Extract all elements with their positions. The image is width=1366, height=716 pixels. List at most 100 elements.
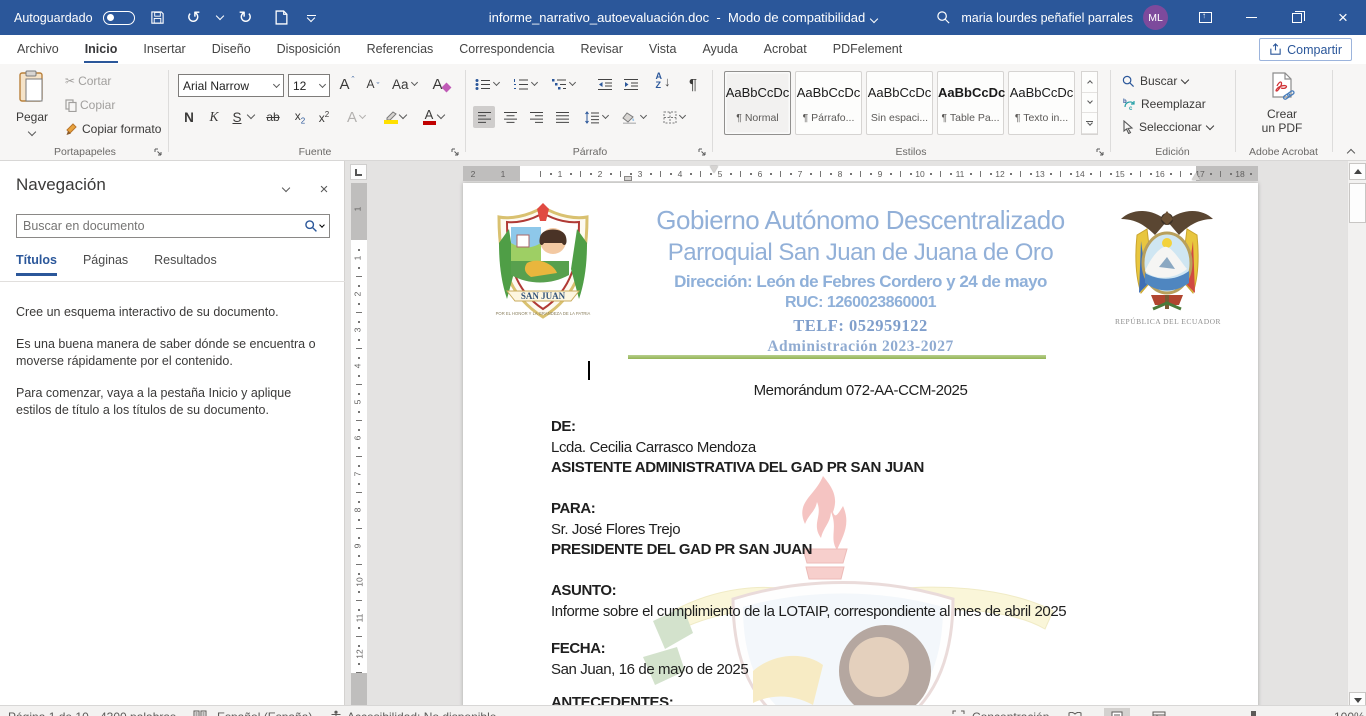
- paste-button[interactable]: Pegar: [10, 70, 54, 158]
- subscript-button[interactable]: x2: [289, 106, 311, 128]
- font-family-select[interactable]: Arial Narrow: [178, 74, 284, 97]
- web-layout-button[interactable]: [1146, 708, 1172, 716]
- search-go-button[interactable]: [304, 219, 329, 233]
- vertical-ruler[interactable]: 1123456789101112: [351, 183, 367, 716]
- tab-referencias[interactable]: Referencias: [354, 36, 447, 63]
- font-color-button[interactable]: A: [418, 106, 440, 128]
- tab-vista[interactable]: Vista: [636, 36, 690, 63]
- font-size-select[interactable]: 12: [288, 74, 330, 97]
- search-input[interactable]: [17, 219, 304, 233]
- style-table-paragraph[interactable]: AaBbCcDc ¶ Table Pa...: [937, 71, 1004, 135]
- tab-correspondencia[interactable]: Correspondencia: [446, 36, 567, 63]
- undo-icon[interactable]: ↺: [181, 5, 207, 31]
- paste-dropdown-icon[interactable]: [28, 128, 36, 136]
- align-left-button[interactable]: [473, 106, 495, 128]
- increase-indent-button[interactable]: [620, 73, 642, 95]
- bullets-button[interactable]: [475, 73, 499, 95]
- multilevel-list-button[interactable]: [551, 73, 575, 95]
- tab-archivo[interactable]: Archivo: [4, 36, 72, 63]
- text-effects-button[interactable]: A: [345, 106, 367, 128]
- style-parrafo[interactable]: AaBbCcDc ¶ Párrafo...: [795, 71, 862, 135]
- tab-ayuda[interactable]: Ayuda: [689, 36, 750, 63]
- accessibility-icon[interactable]: [330, 710, 342, 716]
- superscript-button[interactable]: x2: [313, 106, 335, 128]
- tab-inicio[interactable]: Inicio: [72, 36, 131, 63]
- tab-acrobat[interactable]: Acrobat: [751, 36, 820, 63]
- style-sin-espaciado[interactable]: AaBbCcDc Sin espaci...: [866, 71, 933, 135]
- collapse-ribbon-button[interactable]: [1342, 144, 1360, 158]
- autosave-toggle[interactable]: [103, 11, 135, 25]
- styles-gallery-more[interactable]: [1082, 113, 1097, 134]
- new-document-icon[interactable]: [269, 5, 295, 31]
- replace-button[interactable]: bc Reemplazar: [1122, 97, 1206, 111]
- search-icon[interactable]: [925, 0, 961, 35]
- strikethrough-button[interactable]: ab: [262, 106, 284, 128]
- minimize-button[interactable]: [1228, 0, 1274, 35]
- print-layout-button[interactable]: [1104, 708, 1130, 716]
- language-indicator[interactable]: Español (España): [217, 710, 312, 716]
- create-pdf-button[interactable]: Crear un PDF: [1243, 72, 1321, 135]
- cut-button[interactable]: ✂Cortar: [62, 72, 114, 90]
- focus-icon[interactable]: [952, 710, 965, 716]
- tab-revisar[interactable]: Revisar: [567, 36, 635, 63]
- highlight-button[interactable]: [380, 106, 402, 128]
- decrease-indent-button[interactable]: [594, 73, 616, 95]
- undo-dropdown-icon[interactable]: [215, 12, 223, 20]
- avatar[interactable]: ML: [1143, 5, 1168, 30]
- ribbon-display-options-icon[interactable]: [1182, 0, 1228, 35]
- styles-scroll-down[interactable]: [1082, 93, 1097, 114]
- change-case-button[interactable]: Aa: [392, 73, 417, 95]
- user-name[interactable]: maria lourdes peñafiel parrales: [961, 11, 1133, 25]
- underline-button[interactable]: S: [226, 106, 248, 128]
- accessibility-status[interactable]: Accesibilidad: No disponible: [347, 710, 496, 716]
- clear-formatting-button[interactable]: A: [430, 73, 452, 95]
- customize-toolbar-icon[interactable]: [307, 15, 316, 21]
- clipboard-dialog-launcher[interactable]: [153, 147, 164, 158]
- nav-tab-paginas[interactable]: Páginas: [83, 253, 128, 276]
- bold-button[interactable]: N: [178, 106, 200, 128]
- proofing-icon[interactable]: [193, 710, 207, 716]
- styles-dialog-launcher[interactable]: [1095, 147, 1106, 158]
- save-icon[interactable]: [145, 5, 171, 31]
- shrink-font-button[interactable]: Aˇ: [362, 73, 384, 95]
- zoom-level[interactable]: 100%: [1334, 710, 1365, 716]
- page-indicator[interactable]: Página 1 de 10: [8, 710, 89, 716]
- nav-tab-titulos[interactable]: Títulos: [16, 253, 57, 276]
- read-mode-button[interactable]: [1062, 708, 1088, 716]
- shading-button[interactable]: [622, 106, 646, 128]
- find-button[interactable]: Buscar: [1122, 74, 1188, 88]
- show-marks-button[interactable]: ¶: [682, 73, 704, 95]
- nav-tab-resultados[interactable]: Resultados: [154, 253, 217, 276]
- justify-button[interactable]: [551, 106, 573, 128]
- restore-button[interactable]: [1274, 0, 1320, 35]
- font-dialog-launcher[interactable]: [450, 147, 461, 158]
- word-count[interactable]: 4300 palabras: [100, 710, 176, 716]
- navigation-options-icon[interactable]: [276, 179, 296, 199]
- tab-insertar[interactable]: Insertar: [130, 36, 198, 63]
- styles-scroll-up[interactable]: [1082, 72, 1097, 93]
- zoom-slider-thumb[interactable]: [1251, 711, 1256, 716]
- horizontal-ruler[interactable]: 21123456789101112131415161718: [463, 166, 1258, 181]
- underline-dropdown-icon[interactable]: [247, 111, 255, 119]
- tab-diseno[interactable]: Diseño: [199, 36, 264, 63]
- document-page[interactable]: SAN JUAN POR EL HONOR Y LA GRANDEZA DE L…: [463, 183, 1258, 716]
- tab-disposicion[interactable]: Disposición: [264, 36, 354, 63]
- navigation-close-icon[interactable]: ×: [314, 179, 334, 199]
- borders-button[interactable]: [663, 106, 685, 128]
- copy-button[interactable]: Copiar: [62, 96, 118, 114]
- format-painter-button[interactable]: Copiar formato: [62, 120, 164, 138]
- redo-icon[interactable]: ↻: [233, 5, 259, 31]
- select-button[interactable]: Seleccionar: [1122, 120, 1213, 134]
- align-center-button[interactable]: [499, 106, 521, 128]
- style-texto-independiente[interactable]: AaBbCcDc ¶ Texto in...: [1008, 71, 1075, 135]
- scroll-up-button[interactable]: [1349, 163, 1366, 180]
- sort-button[interactable]: AZ↓: [652, 70, 674, 92]
- left-indent-marker[interactable]: [624, 176, 632, 181]
- grow-font-button[interactable]: Aˆ: [336, 73, 358, 95]
- line-spacing-button[interactable]: [584, 106, 608, 128]
- italic-button[interactable]: K: [203, 106, 225, 128]
- align-right-button[interactable]: [525, 106, 547, 128]
- numbering-button[interactable]: [513, 73, 537, 95]
- paragraph-dialog-launcher[interactable]: [697, 147, 708, 158]
- scrollbar-thumb[interactable]: [1349, 183, 1366, 223]
